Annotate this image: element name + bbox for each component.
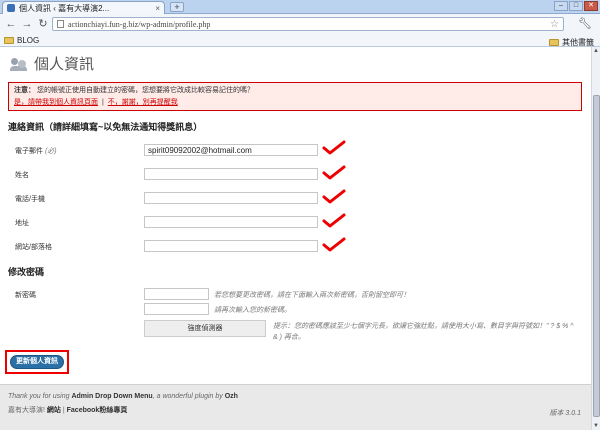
name-label: 姓名 xyxy=(15,172,29,179)
notice-message: 您的帳號正使用自動建立的密碼，您想要將它改成比較容易記住的嗎？ xyxy=(36,87,254,94)
checkmark-icon xyxy=(322,213,346,228)
bookmark-star-icon[interactable]: ☆ xyxy=(550,19,559,30)
footer: Thank you for using Admin Drop Down Menu… xyxy=(0,384,591,430)
notice-separator: | xyxy=(101,99,104,106)
facebook-link[interactable]: Facebook粉絲專頁 xyxy=(67,407,128,414)
navigation-bar: ← → ↻ actionchiayi.fun-g.biz/wp-admin/pr… xyxy=(0,14,600,34)
reload-icon[interactable]: ↻ xyxy=(36,17,50,31)
highlight-box: 更新個人資訊 xyxy=(5,350,69,374)
notice-yes-link[interactable]: 是，請帶我到個人資訊頁面 xyxy=(14,99,98,106)
website-field[interactable] xyxy=(144,240,318,252)
new-tab-button[interactable]: + xyxy=(170,2,184,12)
vertical-scrollbar[interactable]: ▲ ▼ xyxy=(591,47,600,430)
checkmark-icon xyxy=(322,237,346,252)
checkmark-icon xyxy=(322,165,346,180)
page-icon xyxy=(57,20,64,28)
minimize-icon[interactable]: – xyxy=(554,1,568,11)
version-text: 版本 3.0.1 xyxy=(549,410,581,417)
notice-no-link[interactable]: 不，謝謝，別再提醒我 xyxy=(108,99,178,106)
checkmark-icon xyxy=(322,140,346,155)
checkmark-icon xyxy=(322,189,346,204)
url-text: actionchiayi.fun-g.biz/wp-admin/profile.… xyxy=(68,19,211,29)
folder-icon xyxy=(549,39,559,46)
close-window-icon[interactable]: ✕ xyxy=(584,1,598,11)
strength-hint: 提示：您的密碼應該至少七個字元長，欲讓它強壯點，請使用大小寫、數目字與符號如！"… xyxy=(273,323,574,341)
password-notice: 注意： 您的帳號正使用自動建立的密碼，您想要將它改成比較容易記住的嗎？ 是，請帶… xyxy=(8,82,582,111)
scroll-thumb[interactable] xyxy=(593,95,600,417)
required-mark: (必) xyxy=(44,148,57,155)
tab-strip: 個人資訊 ‹ 嘉有大導演2... × + – □ ✕ xyxy=(0,0,600,14)
scroll-down-icon[interactable]: ▼ xyxy=(592,422,600,430)
page-title: 個人資訊 xyxy=(34,56,95,73)
scroll-up-icon[interactable]: ▲ xyxy=(592,47,600,55)
plugin-link[interactable]: Admin Drop Down Menu xyxy=(71,393,152,400)
new-password-field[interactable] xyxy=(144,288,209,300)
forward-icon[interactable]: → xyxy=(20,17,34,31)
footer-site: 嘉有大導演! 網站 | Facebook粉絲專頁 xyxy=(8,407,128,414)
site-link[interactable]: 網站 xyxy=(47,407,61,414)
email-label: 電子郵件 (必) xyxy=(15,148,57,155)
window-controls: – □ ✕ xyxy=(554,1,598,11)
name-field[interactable] xyxy=(144,168,318,180)
contact-section-title: 連絡資訊（請詳細填寫~以免無法通知得獎訊息） xyxy=(8,122,203,132)
browser-tab[interactable]: 個人資訊 ‹ 嘉有大導演2... × xyxy=(2,1,165,14)
page-content: 個人資訊 注意： 您的帳號正使用自動建立的密碼，您想要將它改成比較容易記住的嗎？… xyxy=(0,47,591,430)
address-label: 地址 xyxy=(15,220,29,227)
address-field[interactable] xyxy=(144,216,318,228)
notice-label: 注意： xyxy=(14,87,35,94)
website-label: 網站/部落格 xyxy=(15,244,52,251)
phone-field[interactable] xyxy=(144,192,318,204)
update-profile-button[interactable]: 更新個人資訊 xyxy=(10,355,64,369)
bookmark-blog[interactable]: BLOG xyxy=(17,36,39,45)
folder-icon xyxy=(4,36,14,44)
favicon-icon xyxy=(7,4,15,12)
email-field[interactable] xyxy=(144,144,318,156)
wrench-menu-icon[interactable]: 🔧︎ xyxy=(578,17,592,30)
confirm-password-field[interactable] xyxy=(144,303,209,315)
address-bar[interactable]: actionchiayi.fun-g.biz/wp-admin/profile.… xyxy=(52,17,564,31)
users-icon xyxy=(10,56,28,72)
strength-indicator: 強度偵測器 xyxy=(144,320,266,337)
bookmarks-bar: BLOG 其他書籤 xyxy=(0,34,600,47)
confirm-password-hint: 請再次輸入您的新密碼。 xyxy=(214,307,291,314)
phone-label: 電話/手機 xyxy=(15,196,45,203)
password-section-title: 修改密碼 xyxy=(8,267,45,277)
maximize-icon[interactable]: □ xyxy=(569,1,583,11)
author-link[interactable]: Ozh xyxy=(225,393,238,400)
new-password-label: 新密碼 xyxy=(15,292,36,299)
back-icon[interactable]: ← xyxy=(4,17,18,31)
footer-credit: Thank you for using Admin Drop Down Menu… xyxy=(8,393,238,400)
tab-title: 個人資訊 ‹ 嘉有大導演2... xyxy=(19,3,110,13)
page-heading: 個人資訊 xyxy=(10,53,94,74)
password-hint: 若您想要更改密碼，請在下面輸入兩次新密碼，否則留空即可！ xyxy=(214,292,410,299)
tab-close-icon[interactable]: × xyxy=(155,4,160,13)
